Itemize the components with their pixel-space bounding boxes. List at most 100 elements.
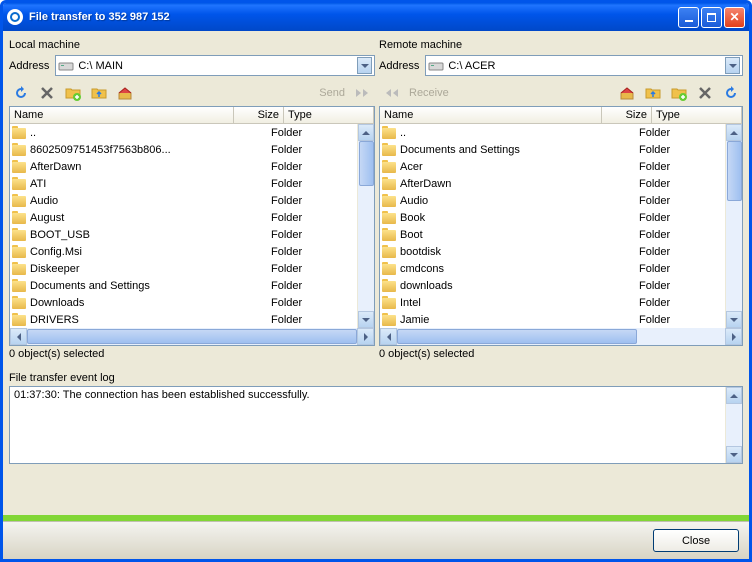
file-row[interactable]: ..Folder <box>10 124 357 141</box>
file-row[interactable]: Config.MsiFolder <box>10 243 357 260</box>
file-row[interactable]: AugustFolder <box>10 209 357 226</box>
minimize-button[interactable] <box>678 7 699 28</box>
scroll-up-button[interactable] <box>358 124 374 141</box>
remote-vscroll[interactable] <box>725 124 742 328</box>
chevron-down-icon <box>730 453 738 457</box>
local-file-list[interactable]: Name Size Type ..Folder8602509751453f756… <box>9 106 375 346</box>
file-row[interactable]: ..Folder <box>380 124 725 141</box>
titlebar[interactable]: File transfer to 352 987 152 ✕ <box>3 3 749 31</box>
chevron-up-icon <box>730 394 738 398</box>
remote-address-dropdown[interactable] <box>725 57 740 74</box>
file-row[interactable]: Documents and SettingsFolder <box>380 141 725 158</box>
file-row[interactable]: JamieFolder <box>380 311 725 328</box>
file-row[interactable]: DiskeeperFolder <box>10 260 357 277</box>
file-row[interactable]: AudioFolder <box>380 192 725 209</box>
vscroll-thumb[interactable] <box>359 141 374 186</box>
send-icon <box>355 87 371 99</box>
up-folder-button[interactable] <box>87 81 111 105</box>
send-button[interactable] <box>351 81 375 105</box>
col-type[interactable]: Type <box>652 107 742 123</box>
maximize-button[interactable] <box>701 7 722 28</box>
local-hscroll[interactable] <box>10 328 374 345</box>
scroll-left-button[interactable] <box>10 328 27 345</box>
vscroll-thumb[interactable] <box>727 141 742 201</box>
file-type: Folder <box>267 144 357 156</box>
scroll-down-button[interactable] <box>726 311 742 328</box>
file-row[interactable]: bootdiskFolder <box>380 243 725 260</box>
file-name: Diskeeper <box>30 263 80 275</box>
delete-button[interactable] <box>35 81 59 105</box>
folder-icon <box>12 262 28 275</box>
file-type: Folder <box>635 178 725 190</box>
scroll-right-button[interactable] <box>357 328 374 345</box>
file-row[interactable]: AfterDawnFolder <box>10 158 357 175</box>
file-name: Audio <box>30 195 58 207</box>
file-row[interactable]: 8602509751453f7563b806...Folder <box>10 141 357 158</box>
file-row[interactable]: AcerFolder <box>380 158 725 175</box>
remote-list-header: Name Size Type <box>380 107 742 124</box>
scroll-left-button[interactable] <box>380 328 397 345</box>
up-folder-button[interactable] <box>641 81 665 105</box>
file-row[interactable]: BootFolder <box>380 226 725 243</box>
file-name: Intel <box>400 297 421 309</box>
col-type[interactable]: Type <box>284 107 374 123</box>
receive-button-label[interactable]: Receive <box>405 87 453 99</box>
file-row[interactable]: DownloadsFolder <box>10 294 357 311</box>
receive-button[interactable] <box>379 81 403 105</box>
col-name[interactable]: Name <box>380 107 602 123</box>
file-transfer-window: File transfer to 352 987 152 ✕ Local mac… <box>0 0 752 562</box>
scroll-up-button[interactable] <box>726 124 742 141</box>
file-name: AfterDawn <box>30 161 81 173</box>
folder-icon <box>382 160 398 173</box>
file-row[interactable]: AudioFolder <box>10 192 357 209</box>
remote-address-combo[interactable]: C:\ ACER <box>425 55 743 76</box>
local-vscroll[interactable] <box>357 124 374 328</box>
close-window-button[interactable]: ✕ <box>724 7 745 28</box>
file-row[interactable]: cmdconsFolder <box>380 260 725 277</box>
local-address-combo[interactable]: C:\ MAIN <box>55 55 375 76</box>
scroll-down-button[interactable] <box>358 311 374 328</box>
refresh-button[interactable] <box>719 81 743 105</box>
file-row[interactable]: Intel Folder <box>380 294 725 311</box>
local-address-dropdown[interactable] <box>357 57 372 74</box>
col-size[interactable]: Size <box>234 107 284 123</box>
home-button[interactable] <box>615 81 639 105</box>
close-button[interactable]: Close <box>653 529 739 552</box>
file-row[interactable]: BOOT_USBFolder <box>10 226 357 243</box>
delete-button[interactable] <box>693 81 717 105</box>
file-row[interactable]: downloadsFolder <box>380 277 725 294</box>
log-vscroll[interactable] <box>725 387 742 463</box>
file-type: Folder <box>267 246 357 258</box>
chevron-down-icon <box>729 64 737 68</box>
file-row[interactable]: ATIFolder <box>10 175 357 192</box>
file-name: .. <box>30 127 36 139</box>
scroll-right-button[interactable] <box>725 328 742 345</box>
file-row[interactable]: BookFolder <box>380 209 725 226</box>
remote-hscroll[interactable] <box>380 328 742 345</box>
footer: Close <box>3 521 749 559</box>
new-folder-button[interactable] <box>61 81 85 105</box>
folder-icon <box>12 228 28 241</box>
up-folder-icon <box>645 85 661 101</box>
col-name[interactable]: Name <box>10 107 234 123</box>
file-name: cmdcons <box>400 263 444 275</box>
file-type: Folder <box>267 229 357 241</box>
file-row[interactable]: AfterDawnFolder <box>380 175 725 192</box>
delete-icon <box>40 86 54 100</box>
scroll-up-button[interactable] <box>726 387 742 404</box>
col-size[interactable]: Size <box>602 107 652 123</box>
new-folder-button[interactable] <box>667 81 691 105</box>
home-button[interactable] <box>113 81 137 105</box>
file-row[interactable]: Documents and SettingsFolder <box>10 277 357 294</box>
scroll-down-button[interactable] <box>726 446 742 463</box>
refresh-button[interactable] <box>9 81 33 105</box>
hscroll-thumb[interactable] <box>27 329 357 344</box>
up-folder-icon <box>91 85 107 101</box>
file-type: Folder <box>267 297 357 309</box>
send-button-label[interactable]: Send <box>315 87 349 99</box>
folder-icon <box>382 194 398 207</box>
file-row[interactable]: DRIVERSFolder <box>10 311 357 328</box>
hscroll-thumb[interactable] <box>397 329 637 344</box>
file-type: Folder <box>635 297 725 309</box>
remote-file-list[interactable]: Name Size Type ..FolderDocuments and Set… <box>379 106 743 346</box>
